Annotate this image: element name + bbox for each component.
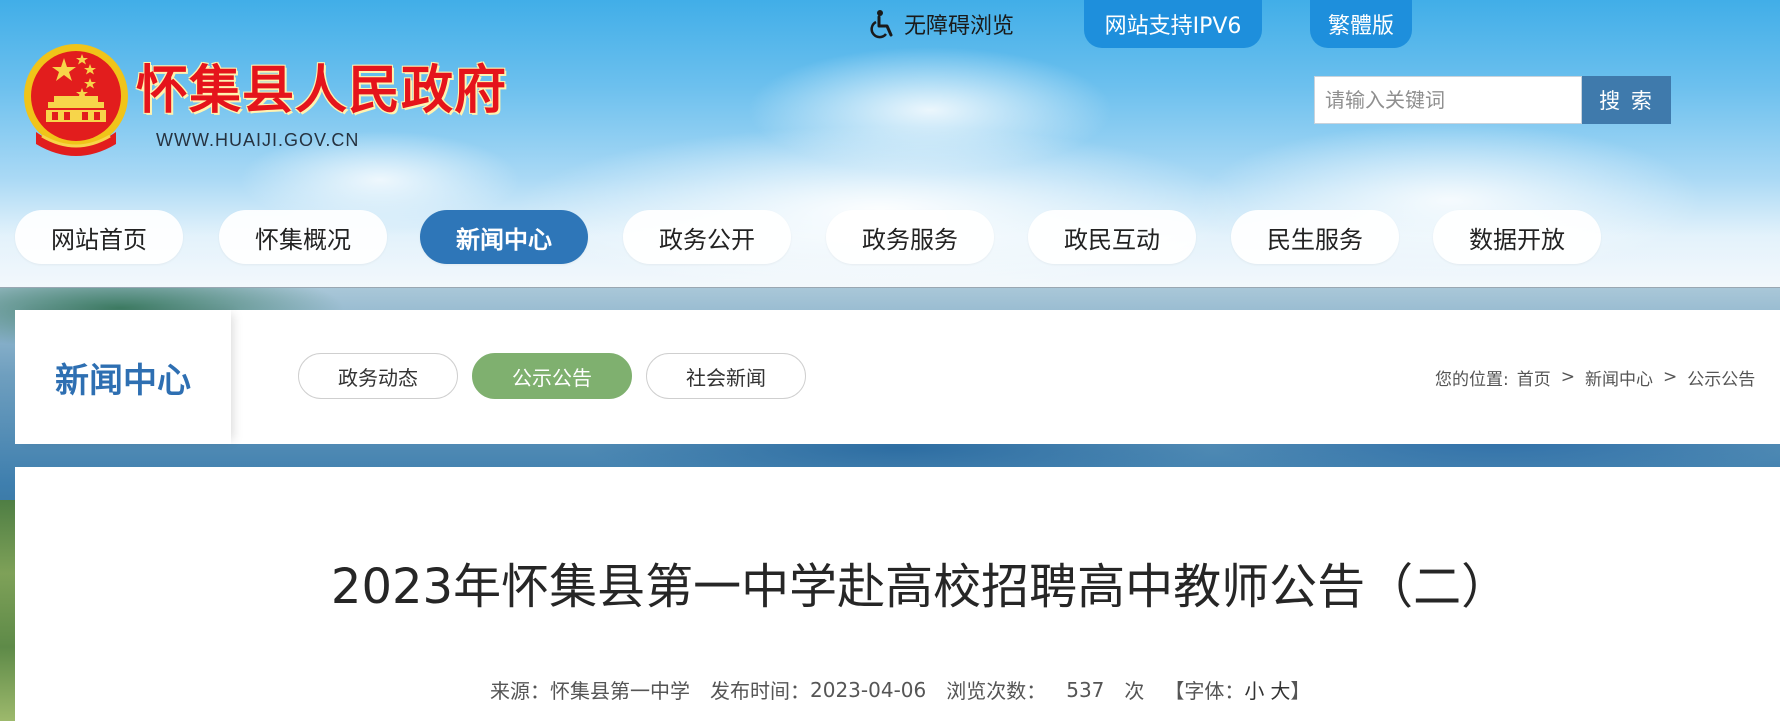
site-header: 怀集县人民政府 WWW.HUAIJI.GOV.CN 无障碍浏览 网站支持IPV6… (0, 0, 1780, 288)
landscape-edge (0, 500, 15, 721)
nav-item-news[interactable]: 新闻中心 (420, 210, 588, 264)
breadcrumb-separator: > (1662, 367, 1678, 387)
search-input[interactable] (1314, 76, 1582, 124)
article-panel: 2023年怀集县第一中学赴高校招聘高中教师公告（二） 来源： 怀集县第一中学 发… (15, 467, 1780, 721)
breadcrumb-home[interactable]: 首页 (1517, 365, 1551, 390)
nav-item-gov-service[interactable]: 政务服务 (826, 210, 994, 264)
font-large-button[interactable]: 大 (1270, 675, 1290, 704)
source-label: 来源： (490, 679, 550, 703)
site-domain: WWW.HUAIJI.GOV.CN (156, 130, 360, 150)
breadcrumb: 您的位置: 首页 > 新闻中心 > 公示公告 (1435, 363, 1763, 391)
font-size-label: 【字体： (1164, 679, 1245, 703)
source-value: 怀集县第一中学 (550, 679, 690, 703)
section-title-box: 新闻中心 (15, 310, 231, 444)
tab-gov-news[interactable]: 政务动态 (298, 353, 458, 399)
nav-item-open-data[interactable]: 数据开放 (1433, 210, 1601, 264)
site-name: 怀集县人民政府 (136, 61, 508, 121)
font-size-close: 】 (1290, 679, 1311, 703)
date-value: 2023-04-06 (810, 677, 927, 702)
breadcrumb-announcements[interactable]: 公示公告 (1687, 365, 1755, 390)
ipv6-link[interactable]: 网站支持IPV6 (1084, 0, 1262, 48)
nav-item-home[interactable]: 网站首页 (15, 210, 183, 264)
views-unit: 次 (1124, 679, 1145, 703)
views-count: 537 (1066, 677, 1105, 702)
date-label: 发布时间： (710, 679, 810, 703)
search-button[interactable]: 搜 索 (1582, 76, 1671, 124)
nav-item-livelihood[interactable]: 民生服务 (1231, 210, 1399, 264)
national-emblem-icon (24, 44, 128, 156)
breadcrumb-separator: > (1560, 367, 1575, 387)
breadcrumb-news[interactable]: 新闻中心 (1585, 365, 1653, 390)
tab-social-news[interactable]: 社会新闻 (646, 353, 806, 399)
nav-item-gov-open[interactable]: 政务公开 (623, 210, 791, 264)
breadcrumb-prefix: 您的位置: (1435, 369, 1509, 390)
wheelchair-icon (870, 10, 893, 39)
section-title: 新闻中心 (55, 360, 191, 401)
views-label: 浏览次数： (946, 679, 1047, 703)
accessibility-label: 无障碍浏览 (904, 14, 1015, 39)
accessibility-link[interactable]: 无障碍浏览 (870, 6, 1014, 42)
nav-item-interaction[interactable]: 政民互动 (1028, 210, 1196, 264)
article-meta: 来源： 怀集县第一中学 发布时间： 2023-04-06 浏览次数： 537 次… (490, 675, 1310, 704)
nav-item-overview[interactable]: 怀集概况 (219, 210, 387, 264)
tab-announcements[interactable]: 公示公告 (472, 353, 632, 399)
main-nav: 网站首页 怀集概况 新闻中心 政务公开 政务服务 政民互动 民生服务 数据开放 (0, 210, 1780, 266)
traditional-chinese-link[interactable]: 繁體版 (1310, 0, 1412, 48)
article-title: 2023年怀集县第一中学赴高校招聘高中教师公告（二） (330, 559, 1510, 615)
font-small-button[interactable]: 小 (1244, 675, 1264, 704)
section-bar: 新闻中心 政务动态 公示公告 社会新闻 您的位置: 首页 > 新闻中心 > 公示… (15, 310, 1780, 444)
